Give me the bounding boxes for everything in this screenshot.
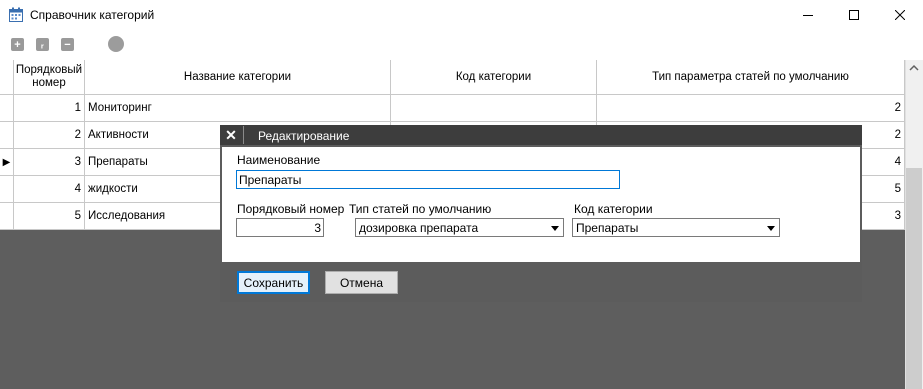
close-window-button[interactable]: [877, 0, 923, 30]
chevron-down-icon: [767, 226, 775, 231]
remove-button[interactable]: −: [61, 38, 74, 51]
cell-order[interactable]: 1: [14, 95, 85, 122]
add-button[interactable]: +: [11, 38, 24, 51]
edit-icon: ᵣ: [41, 38, 44, 51]
minimize-button[interactable]: [785, 0, 831, 30]
status-circle-icon[interactable]: [108, 36, 124, 52]
dialog-title: Редактирование: [258, 129, 350, 143]
order-label: Порядковый номер: [237, 202, 345, 216]
row-header-corner: [0, 60, 14, 95]
calendar-grid-icon: [9, 7, 23, 22]
cell-order[interactable]: 4: [14, 176, 85, 203]
edit-button[interactable]: ᵣ: [36, 38, 49, 51]
column-header-type[interactable]: Тип параметра статей по умолчанию: [597, 60, 905, 95]
column-header-order[interactable]: Порядковый номер: [14, 60, 85, 95]
minimize-icon: [803, 15, 813, 16]
column-header-code[interactable]: Код категории: [391, 60, 597, 95]
scrollbar-thumb[interactable]: [906, 168, 922, 389]
save-button[interactable]: Сохранить: [237, 271, 310, 294]
current-row-marker-icon[interactable]: ▶: [0, 149, 14, 176]
scroll-up-arrow-icon[interactable]: [908, 64, 920, 72]
code-select-value: Препараты: [576, 220, 639, 235]
cell-code[interactable]: [391, 95, 597, 122]
minus-icon: −: [64, 38, 71, 51]
name-label: Наименование: [237, 153, 321, 167]
chevron-down-icon: [551, 226, 559, 231]
order-input[interactable]: 3: [236, 218, 324, 237]
cell-order[interactable]: 3: [14, 149, 85, 176]
close-icon: ✕: [225, 126, 237, 143]
column-header-name[interactable]: Название категории: [85, 60, 391, 95]
maximize-button[interactable]: [831, 0, 877, 30]
title-divider: [243, 126, 244, 144]
cell-type[interactable]: 2: [597, 95, 905, 122]
code-label: Код категории: [574, 202, 653, 216]
row-selector[interactable]: [0, 122, 14, 149]
type-select-value: дозировка препарата: [359, 220, 479, 235]
dialog-close-button[interactable]: ✕: [222, 127, 240, 143]
name-input[interactable]: Препараты: [236, 170, 620, 189]
row-selector[interactable]: [0, 95, 14, 122]
close-icon: [895, 10, 905, 20]
cell-order[interactable]: 2: [14, 122, 85, 149]
type-select[interactable]: дозировка препарата: [355, 218, 564, 237]
row-selector[interactable]: [0, 176, 14, 203]
table-row[interactable]: 1 Мониторинг 2: [0, 95, 905, 122]
toolbar: [0, 30, 923, 60]
type-label: Тип статей по умолчанию: [349, 202, 492, 216]
code-select[interactable]: Препараты: [572, 218, 780, 237]
maximize-icon: [849, 10, 859, 20]
row-selector[interactable]: [0, 203, 14, 230]
cancel-button[interactable]: Отмена: [325, 271, 398, 294]
plus-icon: +: [14, 38, 21, 51]
cell-order[interactable]: 5: [14, 203, 85, 230]
window-title: Справочник категорий: [30, 8, 155, 22]
cell-name[interactable]: Мониторинг: [85, 95, 391, 122]
